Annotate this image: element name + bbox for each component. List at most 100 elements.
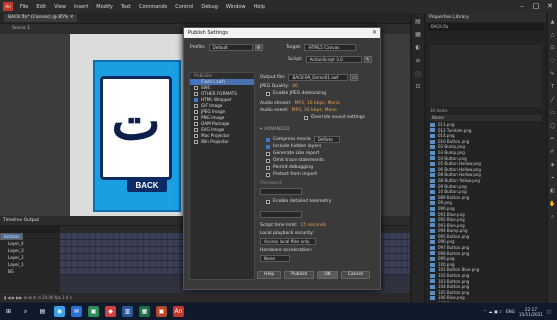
- library-icon[interactable]: ▦: [414, 31, 422, 39]
- format-checkbox[interactable]: [194, 98, 198, 102]
- document-tab[interactable]: BACK.fla* (Canvas) @ 85% ✕: [4, 14, 78, 22]
- menu-commands[interactable]: Commands: [135, 4, 171, 10]
- transform-tool-icon[interactable]: ⊡: [549, 45, 556, 52]
- advanced-header[interactable]: ADVANCED: [264, 127, 289, 132]
- minimize-icon[interactable]: –: [515, 0, 529, 13]
- compress-select[interactable]: Deflate: [313, 136, 340, 143]
- format-checkbox[interactable]: [194, 92, 198, 96]
- mail-icon[interactable]: ✉: [71, 306, 82, 317]
- format-checkbox[interactable]: [194, 116, 198, 120]
- bucket-tool-icon[interactable]: ◈: [549, 162, 556, 169]
- menu-file[interactable]: File: [16, 4, 32, 10]
- menu-text[interactable]: Text: [117, 4, 135, 10]
- format-checkbox[interactable]: [194, 128, 198, 132]
- line-tool-icon[interactable]: ╱: [549, 97, 556, 104]
- format-checkbox[interactable]: [194, 134, 198, 138]
- back-button[interactable]: BACK: [127, 179, 167, 192]
- protect-import-checkbox[interactable]: [266, 172, 270, 177]
- advanced-chevron-icon[interactable]: ▾: [260, 127, 262, 132]
- pen-tool-icon[interactable]: ✎: [549, 71, 556, 78]
- format-checkbox[interactable]: [194, 86, 198, 90]
- eraser-tool-icon[interactable]: ◧: [549, 188, 556, 195]
- powerpoint-icon[interactable]: ▣: [156, 306, 167, 317]
- format-checkbox[interactable]: [194, 140, 198, 144]
- script-select[interactable]: ActionScript 3.0: [305, 56, 362, 63]
- include-hidden-checkbox[interactable]: [266, 144, 270, 149]
- pencil-tool-icon[interactable]: ✏: [549, 136, 556, 143]
- maximize-icon[interactable]: □: [529, 0, 543, 13]
- text-tool-icon[interactable]: T: [549, 84, 556, 91]
- brush-tool-icon[interactable]: ✐: [549, 149, 556, 156]
- library-item[interactable]: 107 Blue.png: [430, 301, 542, 302]
- hand-tool-icon[interactable]: ✋: [549, 201, 556, 208]
- help-button[interactable]: Help: [257, 271, 282, 279]
- task-view-icon[interactable]: ▤: [37, 306, 48, 317]
- layer-row[interactable]: Layer_1: [0, 261, 60, 268]
- close-icon[interactable]: ✕: [543, 0, 557, 13]
- selection-tool-icon[interactable]: ▲: [549, 19, 556, 26]
- layer-row[interactable]: Layer_3: [0, 247, 60, 254]
- library-doc-dropdown[interactable]: BACK.fla: [428, 23, 544, 31]
- audio-event-value[interactable]: MP3, 16 kbps, Mono: [292, 108, 337, 113]
- library-column-header[interactable]: Name: [430, 115, 542, 121]
- edge-icon[interactable]: ◉: [54, 306, 65, 317]
- password-input[interactable]: [260, 188, 302, 195]
- media-icon[interactable]: ◆: [105, 306, 116, 317]
- local-playback-select[interactable]: Access local files only: [260, 238, 316, 245]
- eyedropper-tool-icon[interactable]: ⌖: [549, 175, 556, 182]
- layer-row[interactable]: Layer_2: [0, 254, 60, 261]
- menu-window[interactable]: Window: [222, 4, 250, 10]
- output-file-input[interactable]: BACK-09_Demo01.swf: [288, 74, 349, 81]
- lasso-tool-icon[interactable]: ◌: [549, 58, 556, 65]
- store-icon[interactable]: ▣: [88, 306, 99, 317]
- override-sound-checkbox[interactable]: [304, 115, 308, 120]
- target-select[interactable]: HTML5 Canvas: [304, 44, 357, 51]
- menu-edit[interactable]: Edit: [32, 4, 50, 10]
- telemetry-password-input[interactable]: [260, 211, 302, 218]
- network-icon[interactable]: ⌃ ☁ ▣ ♪: [484, 309, 502, 314]
- hardware-select[interactable]: None: [260, 255, 290, 262]
- search-icon[interactable]: ⌕: [20, 306, 31, 317]
- format-checkbox[interactable]: [194, 104, 198, 108]
- script-settings-wrench-icon[interactable]: ✎: [363, 56, 372, 63]
- deblocking-checkbox[interactable]: [266, 91, 270, 96]
- cancel-button[interactable]: Cancel: [340, 271, 371, 279]
- layer-row[interactable]: Layer_4: [0, 240, 60, 247]
- windows-start-icon[interactable]: ⊞: [3, 306, 14, 317]
- generate-size-checkbox[interactable]: [266, 151, 270, 156]
- properties-icon[interactable]: ▤: [414, 18, 422, 26]
- menu-modify[interactable]: Modify: [92, 4, 117, 10]
- publish-button[interactable]: Publish: [284, 271, 315, 279]
- clock-date[interactable]: 15/11/2021: [519, 312, 543, 317]
- menu-debug[interactable]: Debug: [197, 4, 221, 10]
- omit-trace-checkbox[interactable]: [266, 158, 270, 163]
- menu-view[interactable]: View: [50, 4, 70, 10]
- menu-insert[interactable]: Insert: [70, 4, 92, 10]
- rectangle-tool-icon[interactable]: ▭: [549, 110, 556, 117]
- telemetry-checkbox[interactable]: [266, 199, 270, 204]
- color-icon[interactable]: ◐: [414, 44, 422, 52]
- permit-debug-checkbox[interactable]: [266, 165, 270, 170]
- jpeg-quality-value[interactable]: 80: [292, 84, 298, 89]
- word-icon[interactable]: ▥: [122, 306, 133, 317]
- zoom-tool-icon[interactable]: ⌕: [549, 214, 556, 221]
- notification-icon[interactable]: ▢: [547, 309, 551, 314]
- compress-movie-checkbox[interactable]: [266, 137, 270, 142]
- menu-control[interactable]: Control: [171, 4, 197, 10]
- ok-button[interactable]: OK: [317, 271, 338, 279]
- animate-icon[interactable]: An: [173, 306, 184, 317]
- oval-tool-icon[interactable]: ◯: [549, 123, 556, 130]
- timeline-footer[interactable]: ▮ ◀ ▶ ▶▶ ⊕ ⊞ ⊡ ⊡ 24.00 fps 1.0 s: [0, 293, 410, 302]
- align-icon[interactable]: ≡: [414, 57, 422, 65]
- audio-stream-value[interactable]: MP3, 16 kbps, Mono: [295, 101, 340, 106]
- profile-options-gear-icon[interactable]: ⚙: [254, 44, 263, 51]
- format-checkbox[interactable]: [194, 110, 198, 114]
- info-icon[interactable]: ⓘ: [414, 70, 422, 79]
- layer-row[interactable]: Actions: [0, 233, 24, 240]
- format-checkbox[interactable]: [194, 80, 198, 84]
- format-checkbox[interactable]: [194, 122, 198, 126]
- subselect-tool-icon[interactable]: △: [549, 32, 556, 39]
- transform-icon[interactable]: ⊡: [414, 83, 422, 91]
- panel-tabs[interactable]: Properties Library: [426, 13, 546, 22]
- menu-help[interactable]: Help: [250, 4, 269, 10]
